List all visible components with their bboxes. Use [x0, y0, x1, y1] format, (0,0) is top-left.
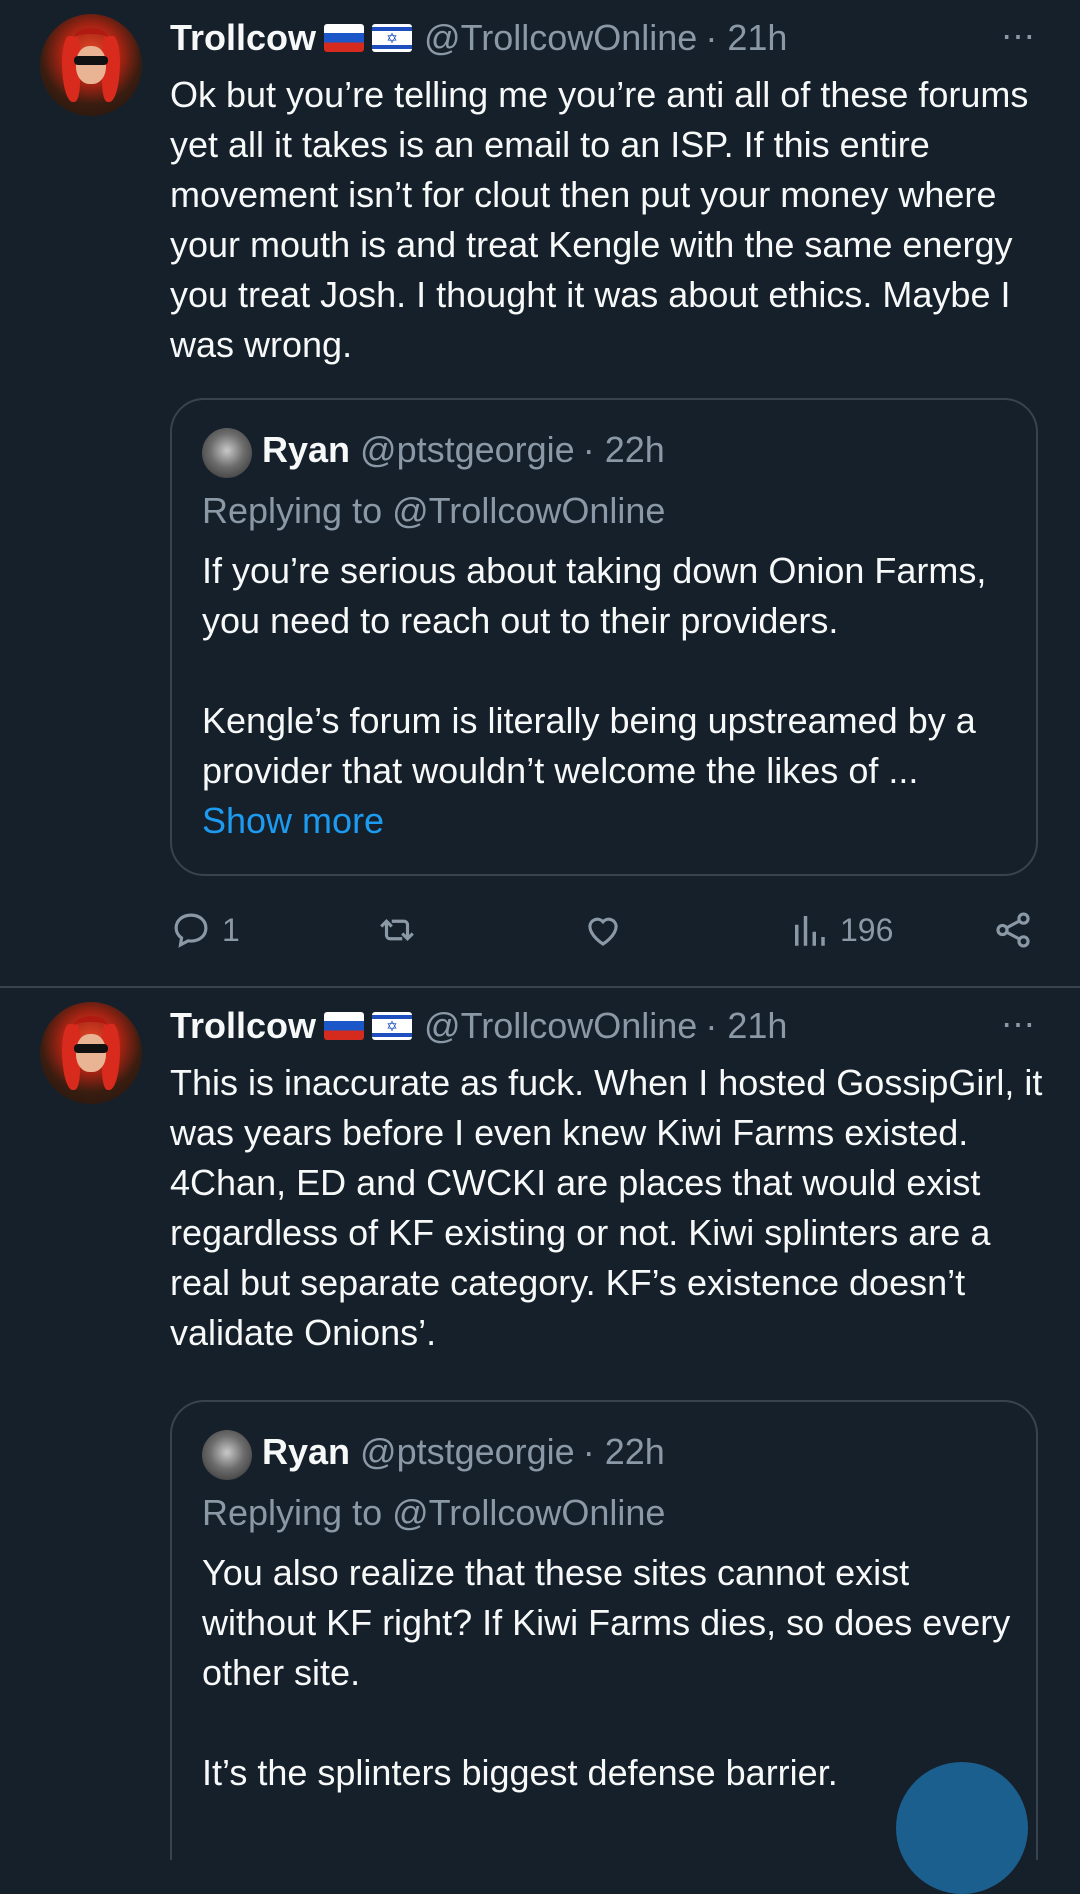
author-handle[interactable]: @TrollcowOnline — [424, 1005, 697, 1047]
avatar[interactable] — [40, 14, 142, 116]
heart-icon — [588, 917, 618, 946]
tweet-time[interactable]: · 21h — [705, 17, 787, 59]
tweet[interactable]: Trollcow ✡ @TrollcowOnline · 21h ⋯ Ok bu… — [0, 0, 1080, 986]
quoted-time: · 22h — [582, 1431, 665, 1472]
quoted-author-name: Ryan — [262, 1431, 351, 1472]
compose-button[interactable] — [896, 1762, 1028, 1894]
like-button[interactable] — [582, 905, 624, 955]
author-handle[interactable]: @TrollcowOnline — [424, 17, 697, 59]
author-name[interactable]: Trollcow — [170, 17, 316, 59]
quoted-time: · 22h — [582, 429, 665, 470]
quoted-paragraph: If you’re serious about taking down Onio… — [202, 550, 987, 641]
quoted-header: Ryan @ptstgeorgie · 22h — [262, 424, 665, 476]
avatar-glasses — [74, 1044, 108, 1053]
russia-flag-icon — [324, 1012, 365, 1040]
replying-to: Replying to @TrollcowOnline — [202, 490, 666, 531]
share-button[interactable] — [992, 905, 1034, 955]
author-name[interactable]: Trollcow — [170, 1005, 316, 1047]
tweet-header: Trollcow ✡ @TrollcowOnline · 21h — [170, 1000, 787, 1052]
tweet-actions: 1 196 — [170, 905, 1040, 955]
quoted-text: If you’re serious about taking down Onio… — [202, 546, 1012, 846]
more-options-icon[interactable]: ⋯ — [1001, 20, 1036, 54]
quoted-paragraph: It’s the splinters biggest defense barri… — [202, 1752, 838, 1793]
quoted-tweet[interactable]: Ryan @ptstgeorgie · 22h Replying to @Troll… — [170, 398, 1038, 876]
quoted-author-handle: @ptstgeorgie — [360, 429, 575, 470]
tweet-text: This is inaccurate as fuck. When I hoste… — [170, 1062, 1043, 1353]
tweet-header: Trollcow ✡ @TrollcowOnline · 21h — [170, 12, 787, 64]
quoted-avatar — [202, 1430, 252, 1480]
russia-flag-icon — [324, 24, 365, 52]
quoted-paragraph: Kengle’s forum is literally being upstre… — [202, 700, 976, 791]
views-icon — [795, 916, 825, 946]
share-icon — [996, 912, 1030, 948]
retweet-icon — [380, 919, 414, 941]
israel-flag-icon: ✡ — [372, 24, 413, 52]
avatar-face — [76, 46, 106, 84]
tweet[interactable]: Trollcow ✡ @TrollcowOnline · 21h ⋯ This … — [0, 988, 1080, 1860]
quoted-text: You also realize that these sites cannot… — [202, 1548, 1012, 1798]
avatar-horns — [74, 28, 108, 48]
quoted-header: Ryan @ptstgeorgie · 22h — [262, 1426, 665, 1478]
avatar-horns — [74, 1016, 108, 1036]
quoted-author-handle: @ptstgeorgie — [360, 1431, 575, 1472]
replying-to: Replying to @TrollcowOnline — [202, 1492, 666, 1533]
quoted-author-name: Ryan — [262, 429, 351, 470]
tweet-text: Ok but you’re telling me you’re anti all… — [170, 74, 1029, 365]
avatar-glasses — [74, 56, 108, 65]
views-button[interactable]: 196 — [788, 905, 893, 955]
israel-flag-icon: ✡ — [372, 1012, 413, 1040]
quoted-paragraph: You also realize that these sites cannot… — [202, 1552, 1011, 1693]
views-count: 196 — [840, 911, 894, 948]
reply-count: 1 — [222, 911, 240, 948]
retweet-button[interactable] — [376, 905, 418, 955]
avatar[interactable] — [40, 1002, 142, 1104]
show-more-link[interactable]: Show more — [202, 796, 1012, 846]
more-options-icon[interactable]: ⋯ — [1001, 1008, 1036, 1042]
avatar-face — [76, 1034, 106, 1072]
tweet-time[interactable]: · 21h — [705, 1005, 787, 1047]
quoted-avatar — [202, 428, 252, 478]
reply-icon — [174, 913, 208, 948]
reply-button[interactable]: 1 — [170, 905, 240, 955]
